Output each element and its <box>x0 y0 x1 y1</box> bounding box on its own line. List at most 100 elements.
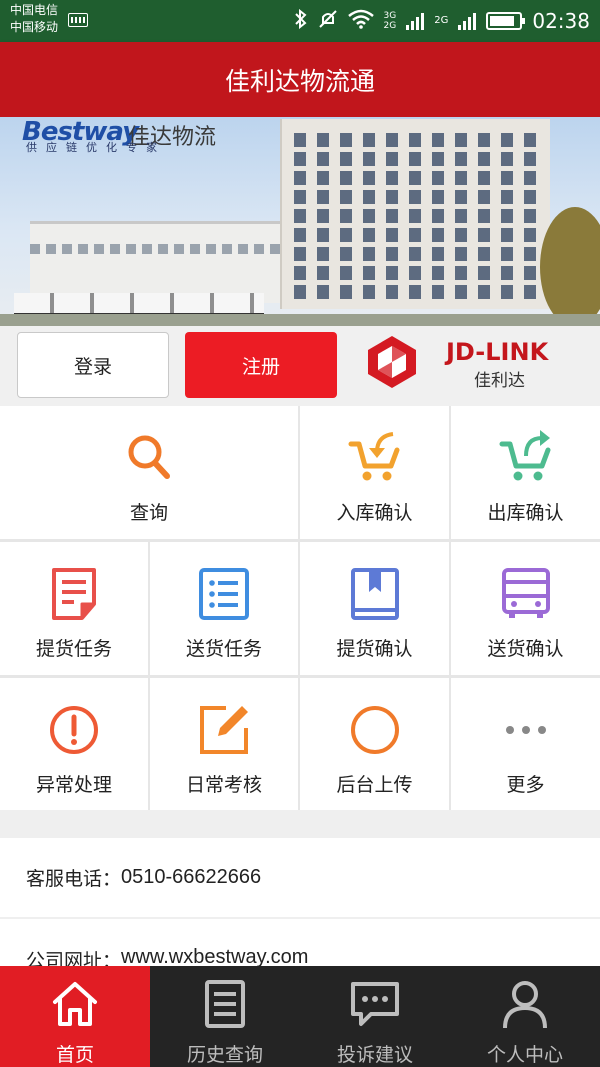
building-window <box>524 152 536 166</box>
ground-illustration <box>0 314 600 326</box>
building-window <box>524 133 536 147</box>
brand-name-cn: 佳利达 <box>474 371 525 391</box>
site-label: 公司网址： <box>26 950 122 966</box>
building-window <box>363 171 375 185</box>
building-window <box>455 190 467 204</box>
tree-illustration <box>540 207 600 326</box>
building-window <box>409 152 421 166</box>
network-type-a-top: 3G <box>383 11 397 21</box>
building-window <box>340 171 352 185</box>
menu-item-more[interactable]: 更多 <box>451 678 600 810</box>
signal-icon-a <box>406 12 425 30</box>
keyboard-icon <box>68 13 88 27</box>
list-icon <box>199 568 249 620</box>
menu-item-delivery-confirm[interactable]: 送货确认 <box>451 542 600 675</box>
menu-label: 提货任务 <box>35 638 112 660</box>
building-window <box>432 152 444 166</box>
building-window <box>432 190 444 204</box>
building-window <box>363 133 375 147</box>
jd-link-logo-icon <box>368 336 416 388</box>
building-window <box>409 209 421 223</box>
menu-item-delivery-task[interactable]: 送货任务 <box>150 542 298 675</box>
building-window <box>478 152 490 166</box>
menu-item-backend-upload[interactable]: 后台上传 <box>300 678 449 810</box>
customer-service-phone[interactable]: 客服电话： 0510-66622666 <box>0 838 600 917</box>
building-window <box>386 152 398 166</box>
tab-history[interactable]: 历史查询 <box>150 966 300 1067</box>
function-grid: 查询 入库确认 出库确认 提货任务 送货任务 提货确认 送货确认 异常处理 日常… <box>0 406 600 810</box>
building-window <box>363 285 375 299</box>
warehouse-illustration <box>30 221 282 303</box>
menu-item-inbound-confirm[interactable]: 入库确认 <box>300 406 449 539</box>
building-window <box>317 171 329 185</box>
building-window <box>432 171 444 185</box>
menu-label: 日常考核 <box>185 774 262 796</box>
building-window <box>386 209 398 223</box>
menu-item-daily-review[interactable]: 日常考核 <box>150 678 298 810</box>
bus-icon <box>501 568 550 618</box>
menu-label: 出库确认 <box>487 502 564 524</box>
building-window <box>524 209 536 223</box>
building-window <box>363 152 375 166</box>
menu-item-query[interactable]: 查询 <box>0 406 298 539</box>
menu-label: 异常处理 <box>35 774 112 796</box>
signal-icon-b <box>458 12 477 30</box>
building-window <box>478 209 490 223</box>
building-window <box>294 228 306 242</box>
building-window <box>455 228 467 242</box>
tab-profile[interactable]: 个人中心 <box>450 966 600 1067</box>
building-window <box>524 247 536 261</box>
building-window <box>340 285 352 299</box>
tab-home[interactable]: 首页 <box>0 966 150 1067</box>
menu-item-pickup-confirm[interactable]: 提货确认 <box>300 542 449 675</box>
menu-item-pickup-task[interactable]: 提货任务 <box>0 542 148 675</box>
menu-item-outbound-confirm[interactable]: 出库确认 <box>451 406 600 539</box>
carrier-2: 中国移动 <box>10 20 59 34</box>
circle-icon <box>350 706 399 754</box>
building-window <box>501 247 513 261</box>
menu-item-exception[interactable]: 异常处理 <box>0 678 148 810</box>
building-window <box>317 228 329 242</box>
battery-icon <box>486 12 526 30</box>
brand-name: JD-LINK <box>446 338 549 366</box>
building-window <box>501 190 513 204</box>
login-button[interactable]: 登录 <box>17 332 169 398</box>
building-window <box>317 285 329 299</box>
building-window <box>363 247 375 261</box>
network-type-a: 3G 2G <box>384 11 397 31</box>
building-window <box>294 152 306 166</box>
auth-row: 登录 注册 JD-LINK 佳利达 <box>0 326 600 406</box>
building-window <box>409 190 421 204</box>
document-icon <box>52 568 96 620</box>
building-window <box>501 228 513 242</box>
carrier-1: 中国电信 <box>10 3 59 17</box>
building-window <box>432 133 444 147</box>
home-icon <box>53 982 97 1026</box>
building-window <box>478 228 490 242</box>
building-window <box>317 247 329 261</box>
building-window <box>317 266 329 280</box>
building-window <box>409 247 421 261</box>
building-window <box>317 209 329 223</box>
menu-label: 查询 <box>129 502 168 524</box>
menu-label: 更多 <box>506 774 545 796</box>
network-type-b: 2G <box>434 15 449 26</box>
tab-label: 首页 <box>55 1044 94 1066</box>
menu-label: 送货确认 <box>487 638 564 660</box>
building-window <box>363 190 375 204</box>
building-window <box>363 209 375 223</box>
tab-complaints[interactable]: 投诉建议 <box>300 966 450 1067</box>
building-window <box>455 152 467 166</box>
building-window <box>294 247 306 261</box>
building-window <box>386 247 398 261</box>
banner-image[interactable]: Bestway 佳达物流 供应链优化专家 <box>0 117 600 326</box>
building-window <box>455 266 467 280</box>
alert-icon <box>50 706 98 754</box>
building-window <box>294 266 306 280</box>
company-website[interactable]: 公司网址： www.wxbestway.com <box>0 919 600 966</box>
building-window <box>524 266 536 280</box>
register-button[interactable]: 注册 <box>185 332 337 398</box>
book-icon <box>350 568 399 620</box>
status-bar: 中国电信 中国移动 3G 2G 2G 02:38 <box>0 0 600 42</box>
page-title: 佳利达物流通 <box>224 66 375 96</box>
